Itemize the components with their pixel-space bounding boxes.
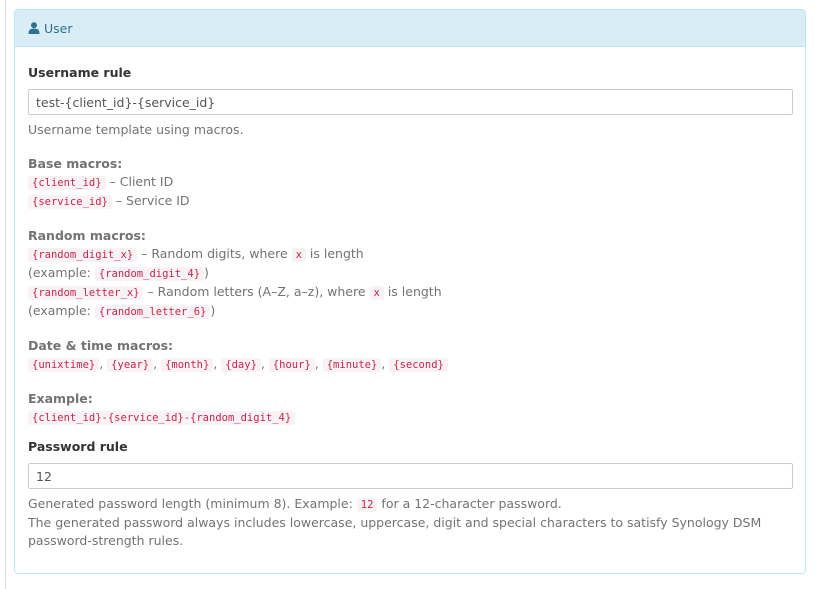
macro-code: {month} [161,358,214,372]
macro-code: {client_id}-{service_id}-{random_digit_4… [28,411,296,425]
macro-code: {day} [221,358,261,372]
username-rule-label: Username rule [28,65,132,80]
password-rule-value: 12 [36,468,52,484]
username-rule-input[interactable]: test-{client_id}-{service_id} [28,89,793,115]
panel-title: User [44,20,73,36]
datetime-macros-list: {unixtime}, {year}, {month}, {day}, {hou… [28,355,792,374]
macro-desc: – Random digits, where [137,246,292,261]
macro-code: {client_id} [28,176,106,190]
macro-code: {minute} [322,358,382,372]
base-macro-service: {service_id} – Service ID [28,192,792,211]
macro-code: {random_letter_6} [94,305,211,319]
username-rule-value: test-{client_id}-{service_id} [36,94,216,110]
example-suffix: ) [204,265,209,280]
random-macros-title: Random macros: [28,228,146,243]
example-suffix: ) [210,303,216,318]
macro-code: {year} [107,358,154,372]
separator: , [153,356,162,371]
help-text: Generated password length (minimum 8). E… [28,496,357,511]
random-letter-line: {random_letter_x} – Random letters (A–Z,… [28,283,792,302]
base-macro-client: {client_id} – Client ID [28,173,792,192]
random-letter-example: (example: {random_letter_6}) [28,302,792,321]
password-rule-label: Password rule [28,439,128,454]
user-panel: User Username rule test-{client_id}-{ser… [14,9,806,574]
example-prefix: (example: [28,265,95,280]
example-prefix: (example: [28,303,95,318]
macro-code: {service_id} [28,195,112,209]
macro-code: x [369,286,384,300]
separator: , [99,356,108,371]
macro-desc: is length [305,246,364,261]
separator: , [314,356,323,371]
base-macros-title: Base macros: [28,156,123,171]
macro-code: {hour} [268,358,315,372]
panel-body: Username rule test-{client_id}-{service_… [15,47,805,550]
password-help-2: The generated password always includes l… [28,515,762,548]
macro-code: {random_digit_4} [94,267,205,281]
random-digit-line: {random_digit_x} – Random digits, where … [28,245,792,264]
example-line: {client_id}-{service_id}-{random_digit_4… [28,408,792,427]
example-title: Example: [28,391,93,406]
datetime-macros-title: Date & time macros: [28,338,174,353]
macro-code: x [291,248,306,262]
user-icon [28,22,40,34]
help-text: for a 12-character password. [377,496,562,511]
macro-code: {random_digit_x} [28,248,138,262]
macro-code: 12 [356,498,378,512]
panel-heading: User [15,10,805,47]
password-help-1: Generated password length (minimum 8). E… [28,495,792,514]
username-help: Username template using macros. [28,122,244,137]
page-left-border [5,0,6,589]
random-digit-example: (example: {random_digit_4}) [28,264,792,283]
macro-code: {second} [389,358,448,372]
separator: , [260,356,269,371]
macro-desc: – Client ID [105,174,174,189]
macro-desc: – Random letters (A–Z, a–z), where [143,284,370,299]
macro-code: {unixtime} [28,358,100,372]
macro-desc: – Service ID [111,193,190,208]
macro-code: {random_letter_x} [28,286,144,300]
password-rule-input[interactable]: 12 [28,463,793,489]
macro-desc: is length [383,284,442,299]
